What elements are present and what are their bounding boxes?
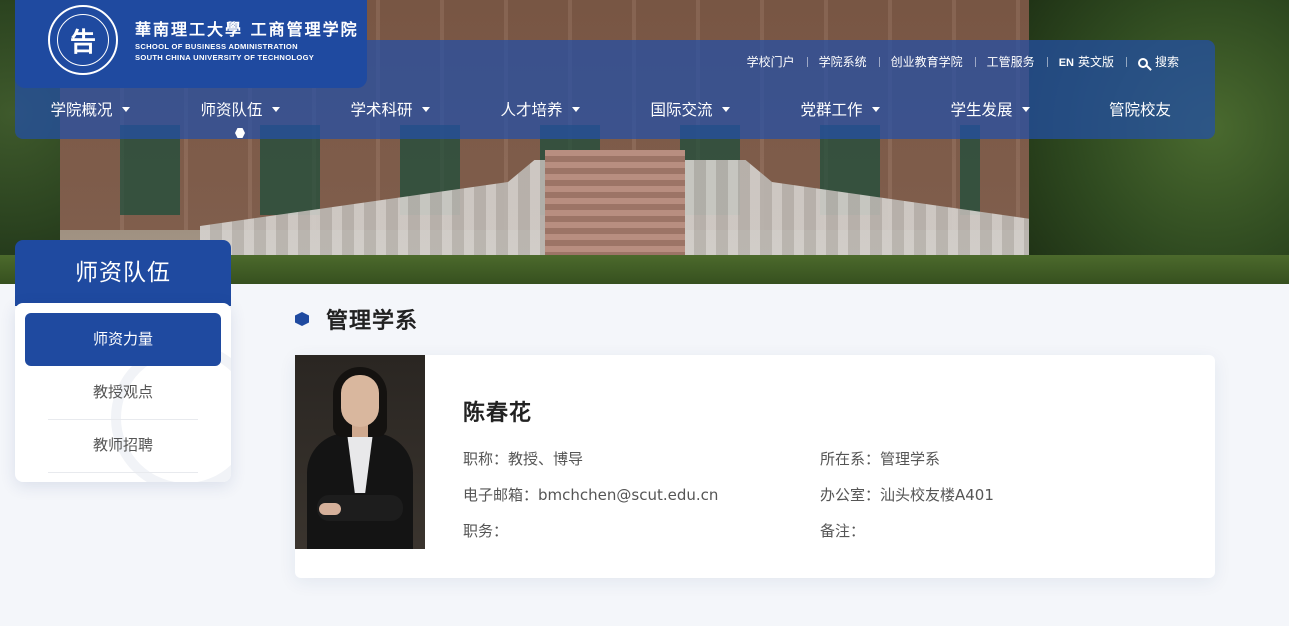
sidebar-menu: 师资力量 教授观点 教师招聘 [15, 303, 231, 482]
nav-item-alumni[interactable]: 管院校友 [1065, 98, 1215, 120]
link-college-system[interactable]: 学院系统 [806, 53, 879, 70]
profile-name: 陈春花 [463, 401, 533, 426]
nav-label: 学术科研 [350, 101, 413, 119]
nav-label: 管院校友 [1108, 101, 1171, 119]
profile-title: 职称：教授、博导 [463, 450, 584, 468]
nav-label: 师资队伍 [200, 101, 263, 119]
link-entrepreneurship[interactable]: 创业教育学院 [878, 53, 975, 70]
logo-subtitle-en-1: SCHOOL OF BUSINESS ADMINISTRATION [135, 42, 298, 51]
nav-label: 国际交流 [650, 101, 713, 119]
nav-item-about[interactable]: 学院概况 [15, 98, 165, 120]
search-icon [1137, 58, 1148, 68]
caret-down-icon [1021, 107, 1030, 112]
caret-down-icon [121, 107, 130, 112]
sidebar-item-professor-views[interactable]: 教授观点 [48, 366, 198, 420]
logo-subtitle-en-2: SOUTH CHINA UNIVERSITY OF TECHNOLOGY [135, 53, 315, 62]
section-title: 管理学系 [326, 309, 419, 334]
caret-down-icon [571, 107, 580, 112]
caret-down-icon [721, 107, 730, 112]
profile-position: 职务： [463, 522, 509, 540]
emblem-char: 告 [57, 14, 109, 66]
profile-photo [295, 355, 425, 549]
nav-item-international[interactable]: 国际交流 [615, 98, 765, 120]
nav-label: 党群工作 [800, 101, 863, 119]
section-heading: 管理学系 [295, 303, 418, 335]
nav-item-faculty[interactable]: 师资队伍 [165, 98, 315, 138]
english-label: 英文版 [1077, 55, 1114, 69]
photo-hand [319, 503, 341, 515]
main-nav: 学院概况 师资队伍 学术科研 人才培养 国际交流 党群工作 学生发展 管院校友 [15, 98, 1215, 138]
nav-item-education[interactable]: 人才培养 [465, 98, 615, 120]
profile-email: 电子邮箱：bmchchen@scut.edu.cn [463, 486, 719, 504]
hexagon-bullet-icon [295, 312, 309, 326]
link-school-portal[interactable]: 学校门户 [735, 53, 807, 70]
profile-department: 所在系：管理学系 [820, 450, 941, 468]
search-button[interactable]: 搜索 [1125, 53, 1191, 70]
emblem-icon: 告 [48, 5, 118, 75]
sidebar-title: 师资队伍 [15, 240, 231, 306]
profile-card: 陈春花 职称：教授、博导 所在系：管理学系 电子邮箱：bmchchen@scut… [295, 355, 1215, 578]
nav-item-students[interactable]: 学生发展 [915, 98, 1065, 120]
link-english-version[interactable]: EN 英文版 [1046, 53, 1126, 70]
link-mgmt-service[interactable]: 工管服务 [974, 53, 1047, 70]
nav-label: 学生发展 [950, 101, 1013, 119]
caret-down-icon [871, 107, 880, 112]
logo-title: 華南理工大學 工商管理学院 [135, 20, 359, 39]
caret-down-icon [271, 107, 280, 112]
photo-face [341, 375, 379, 427]
caret-down-icon [421, 107, 430, 112]
en-badge-icon: EN [1058, 57, 1074, 69]
profile-office: 办公室：汕头校友楼A401 [820, 486, 994, 504]
profile-remark: 备注： [820, 522, 866, 540]
search-label: 搜索 [1154, 55, 1179, 69]
active-indicator-icon [235, 128, 245, 138]
nav-label: 学院概况 [50, 101, 113, 119]
logo[interactable]: 告 華南理工大學 工商管理学院 SCHOOL OF BUSINESS ADMIN… [15, 0, 367, 88]
nav-item-party[interactable]: 党群工作 [765, 98, 915, 120]
sidebar-item-faculty-strength[interactable]: 师资力量 [25, 313, 221, 366]
nav-label: 人才培养 [500, 101, 563, 119]
nav-item-research[interactable]: 学术科研 [315, 98, 465, 120]
sidebar-item-recruitment[interactable]: 教师招聘 [48, 419, 198, 473]
utility-links: 学校门户 学院系统 创业教育学院 工管服务 EN 英文版 搜索 [735, 53, 1191, 70]
